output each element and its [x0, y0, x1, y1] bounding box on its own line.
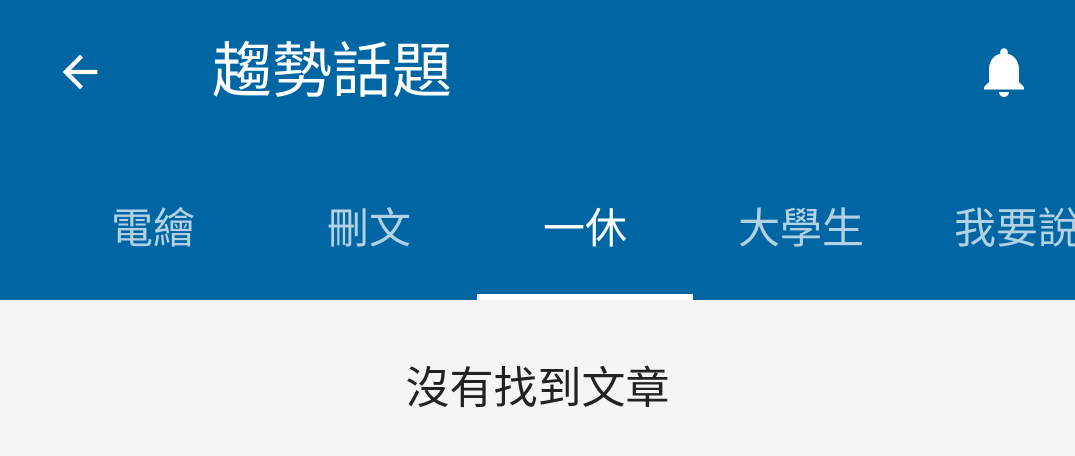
page-title: 趨勢話題: [212, 37, 452, 107]
tab-label: 電繪: [110, 203, 195, 253]
arrow-back-icon: [62, 54, 98, 90]
back-button[interactable]: [40, 32, 120, 112]
tab-label: 我要說: [953, 203, 1075, 253]
tab-label: 大學生: [737, 203, 864, 253]
empty-state-message: 沒有找到文章: [405, 363, 670, 414]
tab-college-students[interactable]: 大學生: [693, 150, 909, 300]
content-area: 沒有找到文章: [0, 300, 1075, 456]
tab-label: 一休: [542, 203, 627, 253]
tab-i-want-to-say[interactable]: 我要說: [909, 150, 1075, 300]
tab-label: 刪文: [326, 203, 411, 253]
tab-gap-year[interactable]: 一休: [477, 150, 693, 300]
bell-icon: [984, 48, 1024, 97]
notifications-button[interactable]: [964, 32, 1044, 112]
tab-digital-art[interactable]: 電繪: [45, 150, 261, 300]
toolbar: 趨勢話題: [0, 0, 1075, 150]
tab-bar: 電繪 刪文 一休 大學生 我要說: [0, 150, 1075, 300]
tab-deleted-posts[interactable]: 刪文: [261, 150, 477, 300]
app-bar: 趨勢話題 電繪 刪文 一休 大學生 我要說: [0, 0, 1075, 300]
